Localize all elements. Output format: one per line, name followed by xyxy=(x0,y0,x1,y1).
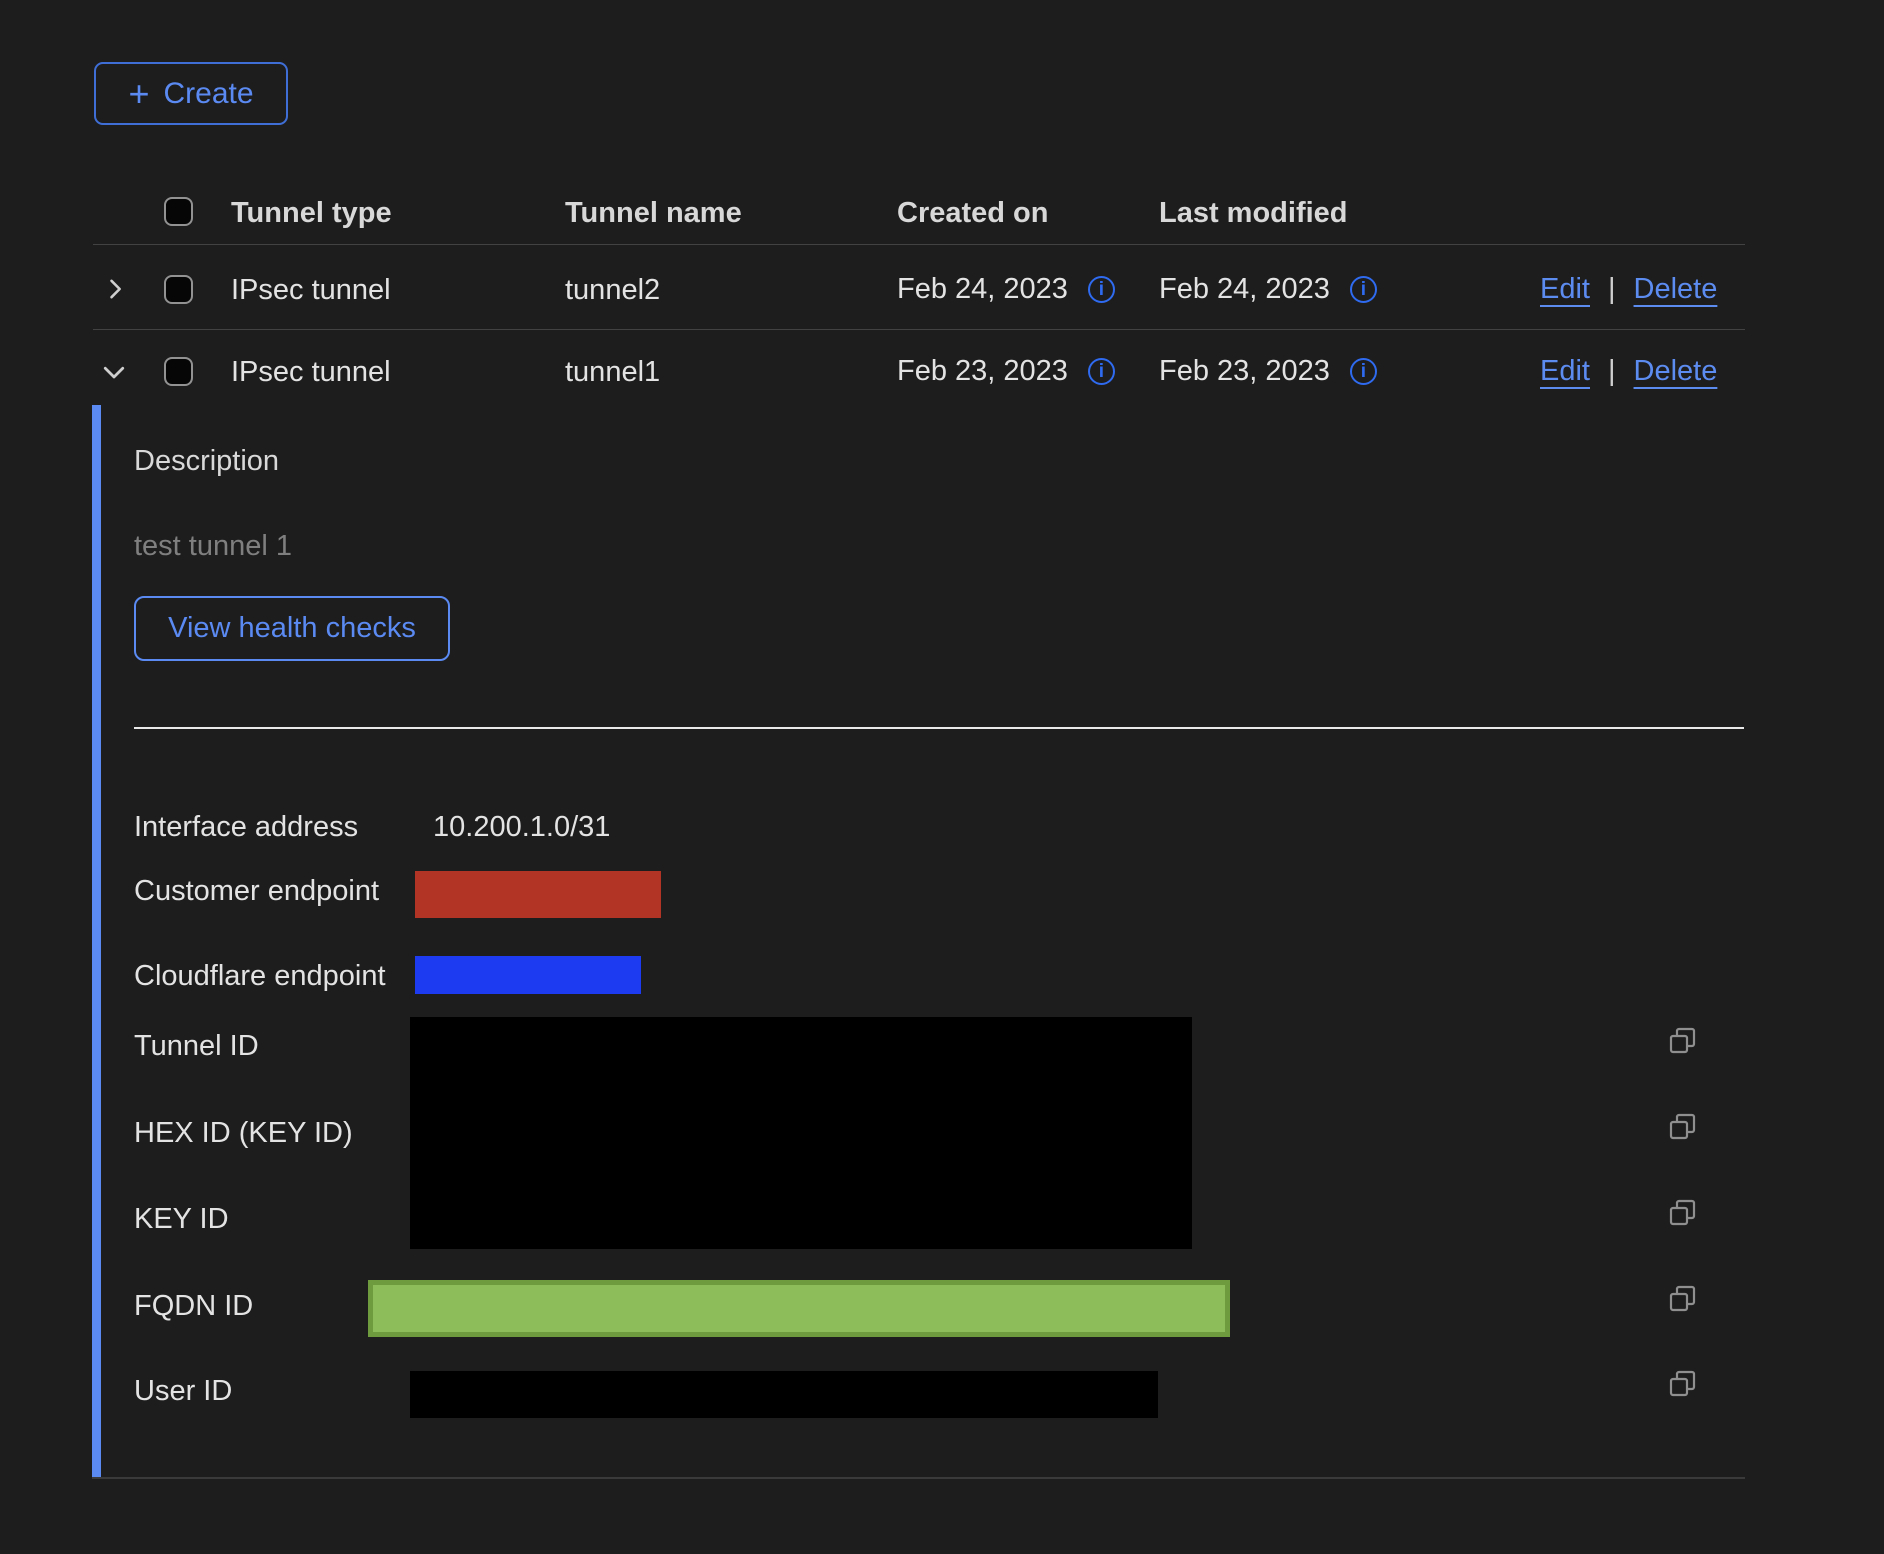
action-separator: | xyxy=(1608,273,1616,306)
copy-tunnel-id-button[interactable] xyxy=(1667,1025,1699,1057)
info-icon[interactable]: i xyxy=(1088,276,1115,303)
expand-row-button[interactable] xyxy=(100,274,130,304)
panel-divider xyxy=(134,727,1744,729)
tunnel-name-cell: tunnel2 xyxy=(565,273,660,307)
copy-hex-id-button[interactable] xyxy=(1667,1111,1699,1143)
copy-user-id-button[interactable] xyxy=(1667,1368,1699,1400)
fqdn-id-label: FQDN ID xyxy=(134,1289,253,1323)
user-id-redacted-value xyxy=(410,1371,1158,1418)
tunnel-id-label: Tunnel ID xyxy=(134,1029,259,1063)
fqdn-id-redacted-value xyxy=(368,1280,1230,1337)
copy-icon xyxy=(1668,1198,1698,1228)
select-all-checkbox[interactable] xyxy=(164,197,193,226)
tunnel-type-cell: IPsec tunnel xyxy=(231,355,391,389)
column-header-tunnel-name: Tunnel name xyxy=(565,196,742,230)
chevron-down-icon xyxy=(99,357,129,387)
action-separator: | xyxy=(1608,355,1616,388)
created-on-cell: Feb 24, 2023 xyxy=(897,272,1068,306)
copy-icon xyxy=(1668,1284,1698,1314)
info-icon[interactable]: i xyxy=(1350,358,1377,385)
hex-id-label: HEX ID (KEY ID) xyxy=(134,1116,353,1150)
tunnel-hex-key-id-redacted-value xyxy=(410,1017,1192,1249)
cloudflare-endpoint-label: Cloudflare endpoint xyxy=(134,959,386,993)
copy-icon xyxy=(1668,1112,1698,1142)
description-value: test tunnel 1 xyxy=(134,529,292,563)
view-health-checks-button[interactable]: View health checks xyxy=(134,596,450,661)
last-modified-cell: Feb 23, 2023 xyxy=(1159,354,1330,388)
tunnel-type-cell: IPsec tunnel xyxy=(231,273,391,307)
tunnel-name-cell: tunnel1 xyxy=(565,355,660,389)
copy-icon xyxy=(1668,1026,1698,1056)
column-header-tunnel-type: Tunnel type xyxy=(231,196,392,230)
chevron-right-icon xyxy=(101,275,129,303)
copy-icon xyxy=(1668,1369,1698,1399)
expanded-row-accent-bar xyxy=(92,405,101,1478)
customer-endpoint-label: Customer endpoint xyxy=(134,874,379,908)
interface-address-value: 10.200.1.0/31 xyxy=(433,810,610,844)
cloudflare-endpoint-redacted-value xyxy=(415,956,641,994)
panel-bottom-divider xyxy=(92,1477,1745,1479)
created-on-cell: Feb 23, 2023 xyxy=(897,354,1068,388)
collapse-row-button[interactable] xyxy=(98,357,130,387)
row-checkbox[interactable] xyxy=(164,275,193,304)
plus-icon: + xyxy=(128,76,149,112)
last-modified-cell: Feb 24, 2023 xyxy=(1159,272,1330,306)
row-checkbox[interactable] xyxy=(164,357,193,386)
user-id-label: User ID xyxy=(134,1374,232,1408)
header-divider xyxy=(93,244,1745,245)
customer-endpoint-redacted-value xyxy=(415,871,661,918)
copy-key-id-button[interactable] xyxy=(1667,1197,1699,1229)
column-header-last-modified: Last modified xyxy=(1159,196,1348,230)
delete-link[interactable]: Delete xyxy=(1634,355,1718,388)
create-button[interactable]: + Create xyxy=(94,62,288,125)
copy-fqdn-id-button[interactable] xyxy=(1667,1283,1699,1315)
edit-link[interactable]: Edit xyxy=(1540,273,1590,306)
key-id-label: KEY ID xyxy=(134,1202,229,1236)
info-icon[interactable]: i xyxy=(1088,358,1115,385)
create-button-label: Create xyxy=(163,77,253,111)
description-label: Description xyxy=(134,444,279,478)
edit-link[interactable]: Edit xyxy=(1540,355,1590,388)
info-icon[interactable]: i xyxy=(1350,276,1377,303)
column-header-created-on: Created on xyxy=(897,196,1048,230)
row-divider xyxy=(93,329,1745,330)
tunnels-page: + Create Tunnel type Tunnel name Created… xyxy=(0,0,1884,1554)
delete-link[interactable]: Delete xyxy=(1634,273,1718,306)
interface-address-label: Interface address xyxy=(134,810,358,844)
